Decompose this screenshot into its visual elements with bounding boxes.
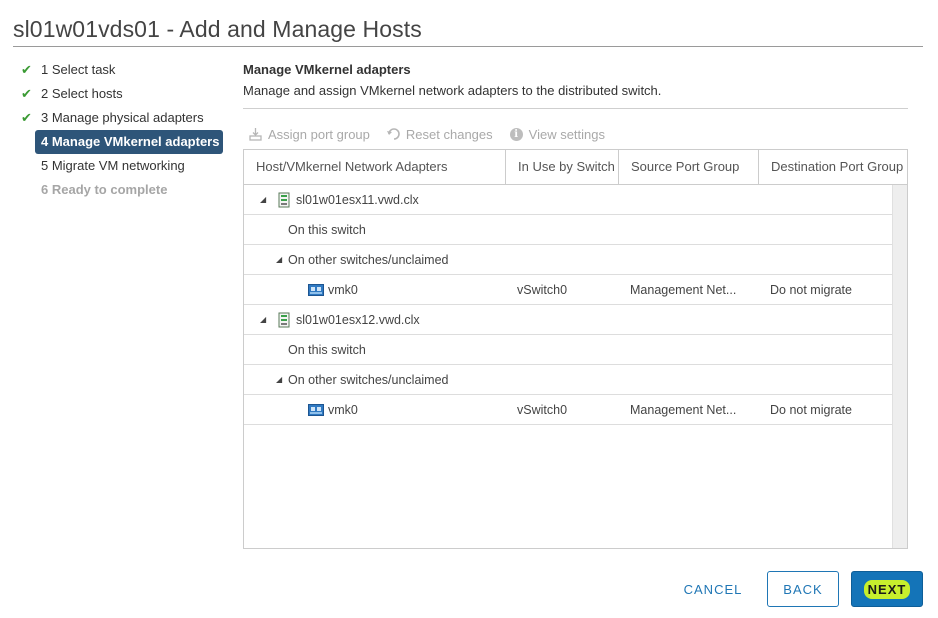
in-use-by-switch: vSwitch0 [517,403,568,417]
table-row-group[interactable]: On this switch [244,215,892,245]
table-row-host[interactable]: ◢ sl01w01esx11.vwd.clx [244,185,892,215]
title-divider [13,46,923,47]
step-label: 2 Select hosts [41,86,123,101]
next-button[interactable]: NEXT [851,571,923,607]
assign-icon [248,127,263,142]
destination-port-group[interactable]: Do not migrate [770,275,852,305]
section-title: Manage VMkernel adapters [243,62,411,77]
table-row-group[interactable]: ◢ On other switches/unclaimed [244,245,892,275]
assign-port-group-label: Assign port group [268,126,370,142]
in-use-by-switch: vSwitch0 [517,283,568,297]
host-icon [278,312,290,328]
group-label: On other switches/unclaimed [288,373,449,387]
source-port-group: Management Net... [630,403,737,417]
cancel-button[interactable]: CANCEL [673,571,753,607]
step-label: 6 Ready to complete [41,182,168,197]
network-adapter-icon [308,404,324,416]
column-header-in-use-by-switch[interactable]: In Use by Switch [506,150,619,184]
reset-changes-button[interactable]: Reset changes [386,127,493,142]
assign-port-group-button[interactable]: Assign port group [248,127,370,142]
collapse-triangle-icon[interactable]: ◢ [260,305,266,335]
step-manage-vmkernel-adapters[interactable]: 4 Manage VMkernel adapters [35,130,223,154]
source-port-group: Management Net... [630,283,737,297]
destination-port-group[interactable]: Do not migrate [770,395,852,425]
step-label: 5 Migrate VM networking [41,158,185,173]
group-label: On this switch [288,343,366,357]
grid-header: Host/VMkernel Network Adapters In Use by… [244,150,907,185]
wizard-steps: ✔ 1 Select task ✔ 2 Select hosts ✔ 3 Man… [17,58,227,202]
step-migrate-vm-networking[interactable]: 5 Migrate VM networking [17,154,227,178]
step-ready-to-complete: 6 Ready to complete [17,178,227,202]
grid-scrollbar[interactable] [892,185,907,548]
undo-icon [386,127,401,142]
adapter-name: vmk0 [328,403,358,417]
grid-toolbar: Assign port group Reset changes i View s… [248,124,621,144]
network-adapter-icon [308,284,324,296]
collapse-triangle-icon[interactable]: ◢ [276,245,282,275]
back-button[interactable]: BACK [767,571,839,607]
checkmark-icon: ✔ [21,86,32,101]
collapse-triangle-icon[interactable]: ◢ [260,185,266,215]
next-button-label: NEXT [863,579,911,599]
host-name: sl01w01esx12.vwd.clx [296,313,420,327]
section-divider [243,108,908,109]
host-icon [278,192,290,208]
host-name: sl01w01esx11.vwd.clx [296,193,419,207]
step-label: 1 Select task [41,62,116,77]
table-row-group[interactable]: On this switch [244,335,892,365]
view-settings-label: View settings [528,126,605,142]
column-header-destination-port-group[interactable]: Destination Port Group [759,150,907,184]
section-description: Manage and assign VMkernel network adapt… [243,83,662,98]
group-label: On other switches/unclaimed [288,253,449,267]
checkmark-icon: ✔ [21,62,32,77]
table-row-group[interactable]: ◢ On other switches/unclaimed [244,365,892,395]
info-icon: i [509,127,524,142]
step-select-hosts[interactable]: ✔ 2 Select hosts [17,82,227,106]
column-header-host-adapters[interactable]: Host/VMkernel Network Adapters [244,150,506,184]
adapter-name: vmk0 [328,283,358,297]
step-manage-physical-adapters[interactable]: ✔ 3 Manage physical adapters [17,106,227,130]
dialog-title: sl01w01vds01 - Add and Manage Hosts [13,16,422,42]
view-settings-button[interactable]: i View settings [509,127,605,142]
vmkernel-adapters-grid: Host/VMkernel Network Adapters In Use by… [243,149,908,549]
checkmark-icon: ✔ [21,110,32,125]
collapse-triangle-icon[interactable]: ◢ [276,365,282,395]
reset-changes-label: Reset changes [405,126,493,142]
column-header-source-port-group[interactable]: Source Port Group [619,150,759,184]
step-select-task[interactable]: ✔ 1 Select task [17,58,227,82]
grid-body: ◢ sl01w01esx11.vwd.clx On this switch ◢ … [244,185,892,425]
step-label: 4 Manage VMkernel adapters [41,134,220,149]
step-label: 3 Manage physical adapters [41,110,204,125]
group-label: On this switch [288,223,366,237]
table-row-adapter[interactable]: vmk0 vSwitch0 Management Net... Do not m… [244,275,892,305]
content-panel: Manage VMkernel adapters Manage and assi… [243,60,908,142]
table-row-host[interactable]: ◢ sl01w01esx12.vwd.clx [244,305,892,335]
table-row-adapter[interactable]: vmk0 vSwitch0 Management Net... Do not m… [244,395,892,425]
